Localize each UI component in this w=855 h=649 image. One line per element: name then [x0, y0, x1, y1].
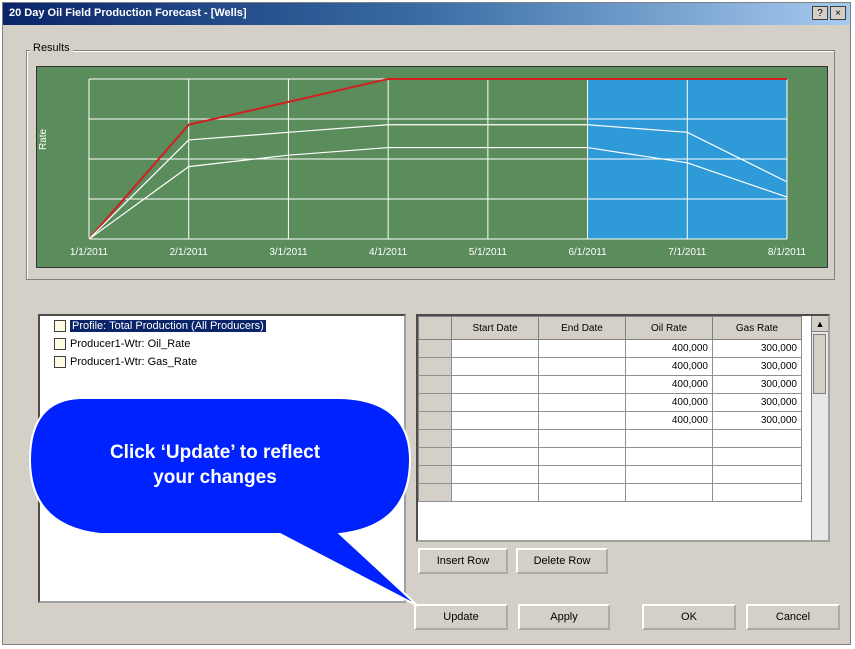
tutorial-callout	[28, 397, 419, 607]
callout-line-2: your changes	[153, 467, 277, 488]
callout-line-1: Click ‘Update’ to reflect	[109, 442, 321, 463]
callout-text: Click ‘Update’ to reflect your changes	[60, 440, 370, 490]
callout-bubble	[28, 397, 419, 607]
